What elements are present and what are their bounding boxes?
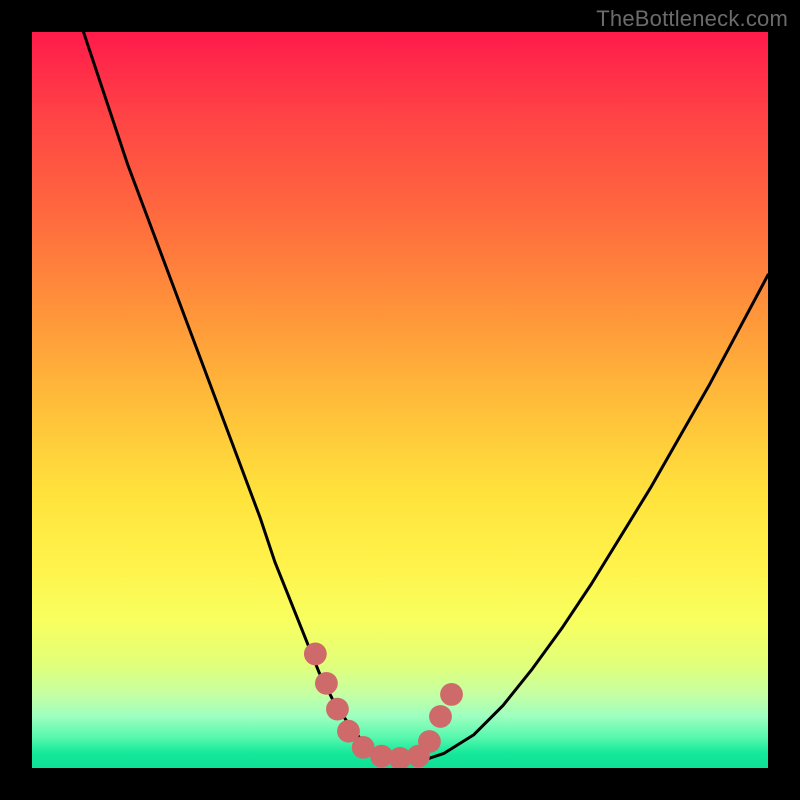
curve-path [84, 32, 768, 761]
marker-dot [418, 730, 441, 753]
chart-svg [32, 32, 768, 768]
marker-dot [315, 672, 338, 695]
marker-dot [326, 698, 349, 721]
marker-dot [304, 643, 327, 666]
marker-dot [429, 705, 452, 728]
watermark-text: TheBottleneck.com [596, 6, 788, 32]
plot-area [32, 32, 768, 768]
chart-frame: TheBottleneck.com [0, 0, 800, 800]
marker-dot [440, 683, 463, 706]
